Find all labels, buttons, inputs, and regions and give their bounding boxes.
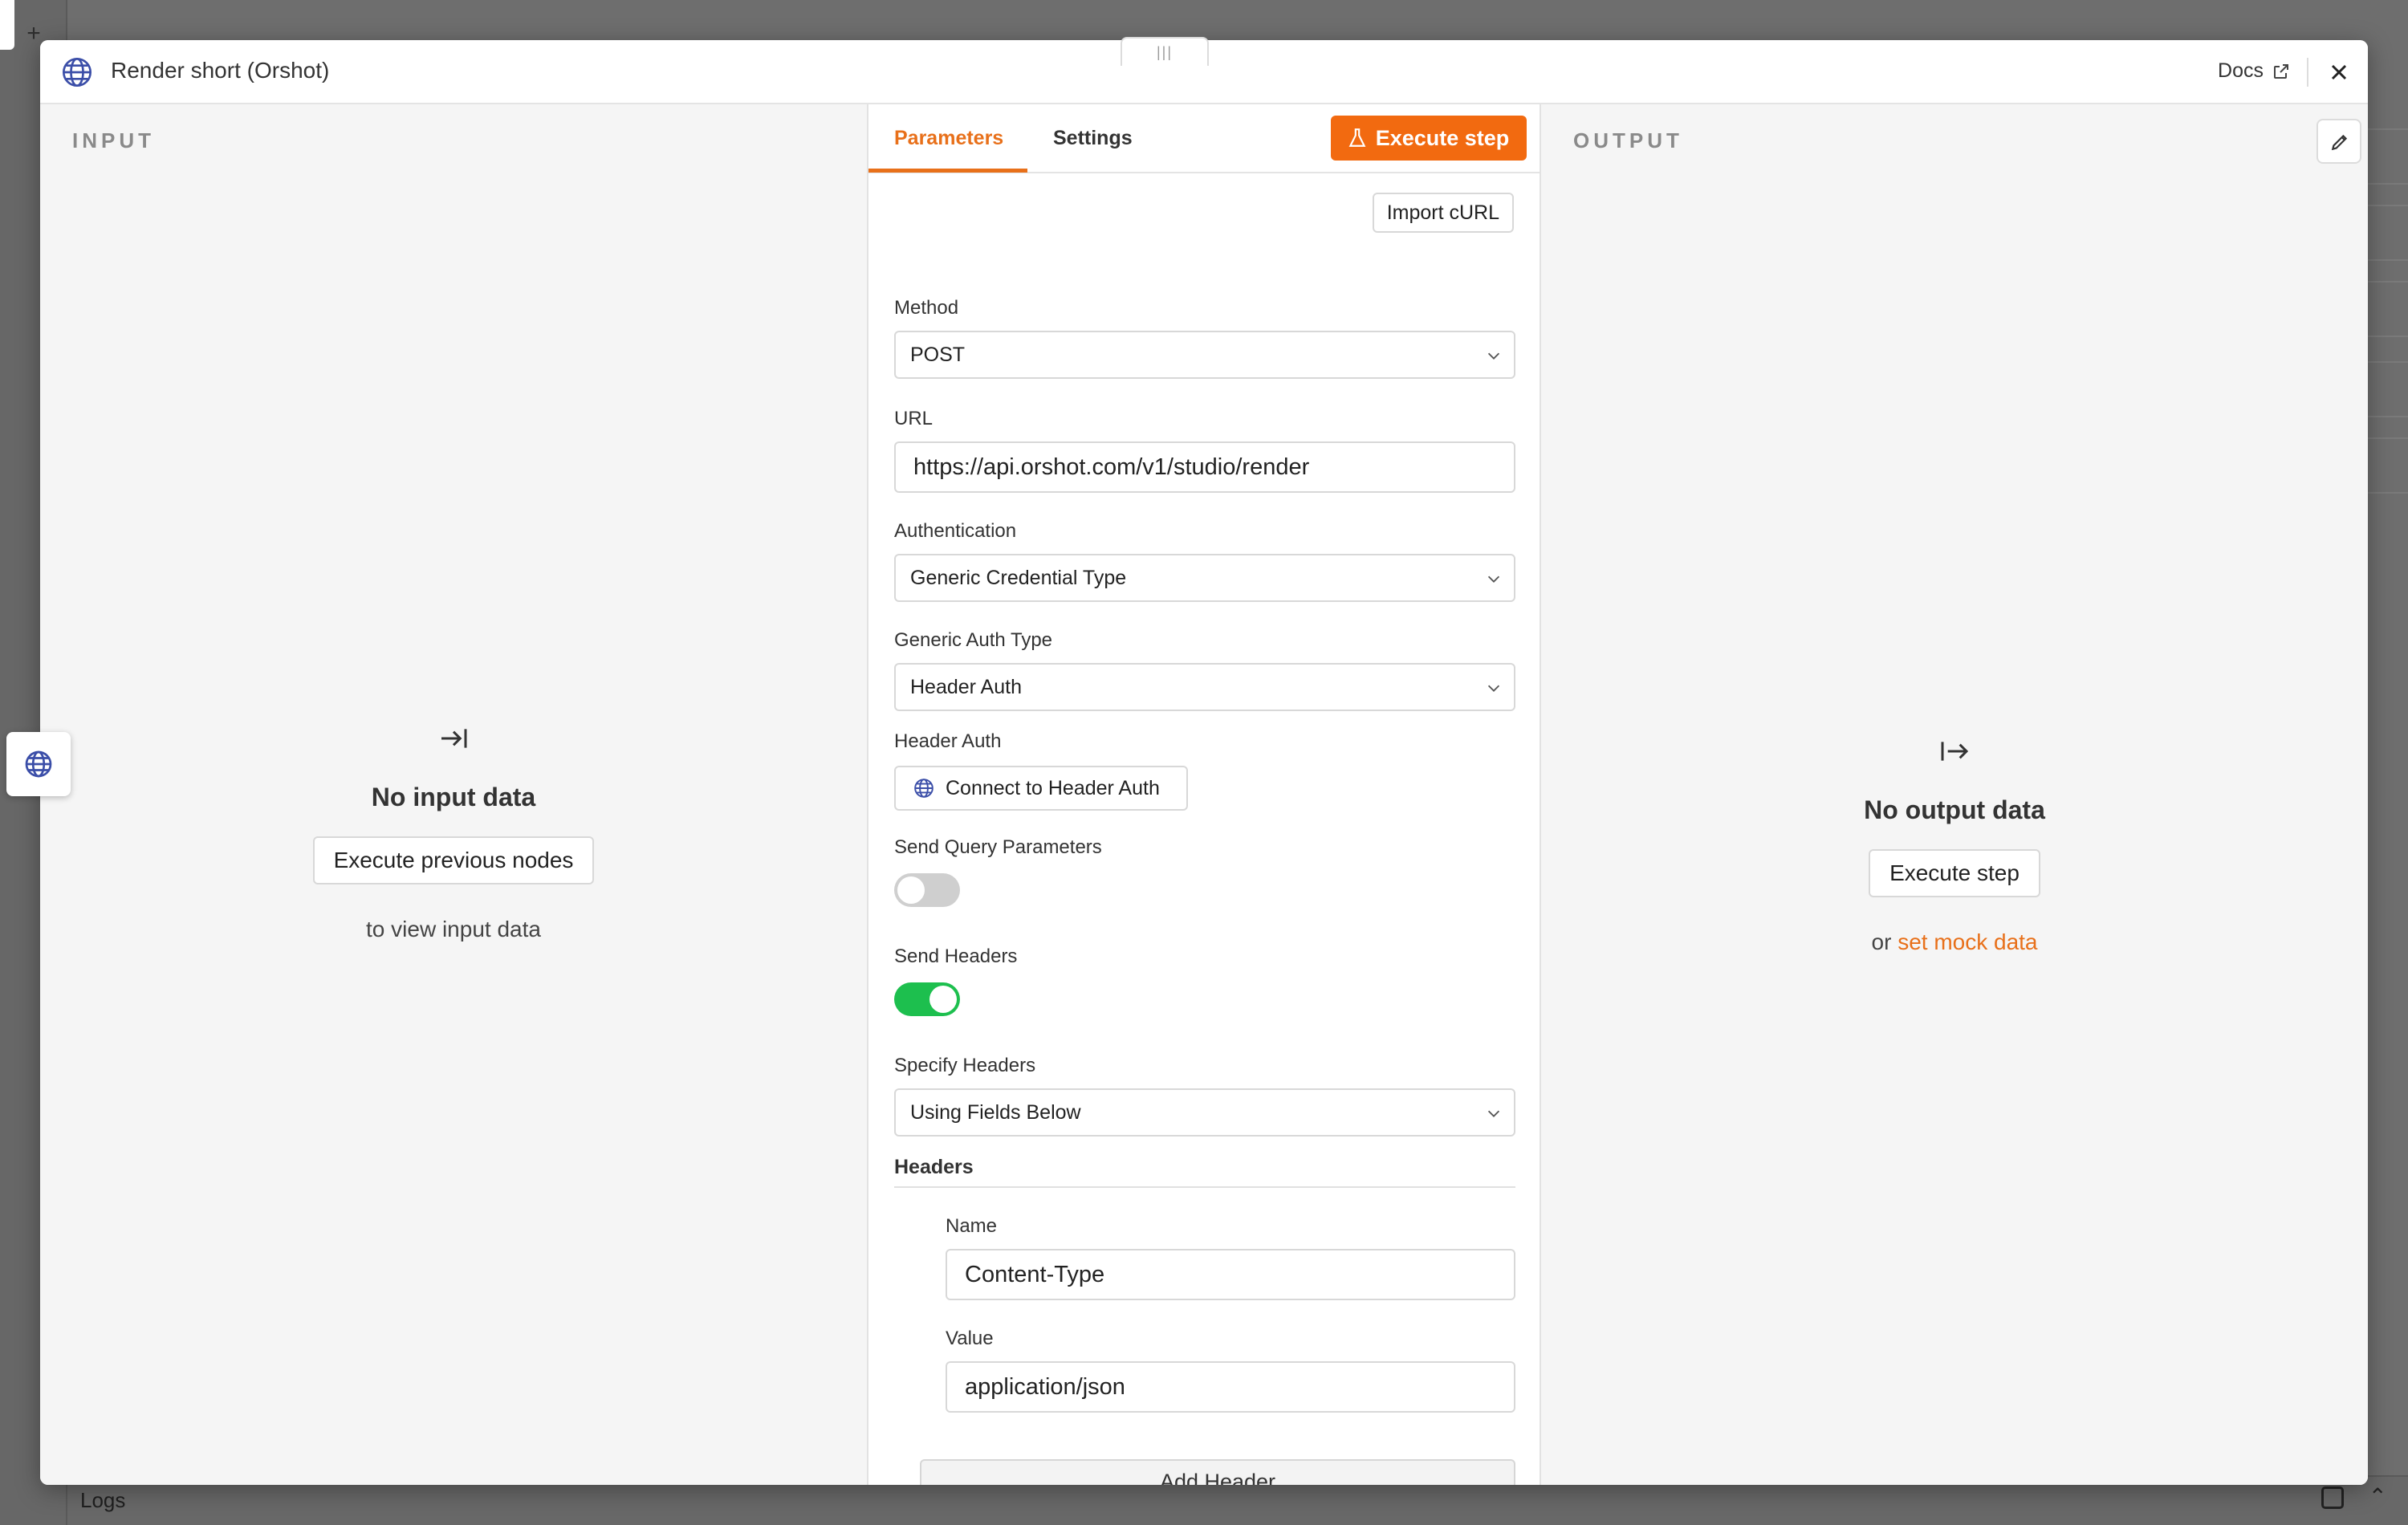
connect-header-auth-button[interactable]: Connect to Header Auth bbox=[894, 766, 1188, 811]
connect-header-auth-label: Connect to Header Auth bbox=[946, 776, 1160, 799]
docs-link[interactable]: Docs bbox=[2218, 59, 2291, 83]
output-heading: OUTPUT bbox=[1573, 128, 1683, 152]
specify-headers-label: Specify Headers bbox=[894, 1055, 1036, 1076]
output-panel: OUTPUT No output data Execute step or se… bbox=[1540, 104, 2368, 1485]
output-empty-state: No output data Execute step or set mock … bbox=[1541, 735, 2368, 955]
tab-settings[interactable]: Settings bbox=[1053, 127, 1133, 150]
specify-headers-value: Using Fields Below bbox=[910, 1101, 1081, 1124]
generic-auth-type-value: Header Auth bbox=[910, 676, 1022, 698]
header-auth-label: Header Auth bbox=[894, 730, 1002, 752]
method-value: POST bbox=[910, 344, 966, 366]
input-empty-state: No input data Execute previous nodes to … bbox=[40, 722, 867, 942]
send-query-toggle[interactable] bbox=[894, 873, 960, 907]
chevron-down-icon bbox=[1487, 575, 1500, 583]
method-select[interactable]: POST bbox=[894, 331, 1515, 379]
method-label: Method bbox=[894, 297, 959, 319]
specify-headers-select[interactable]: Using Fields Below bbox=[894, 1088, 1515, 1137]
globe-icon bbox=[63, 58, 92, 87]
arrow-from-line-icon bbox=[1941, 742, 1969, 761]
header-divider bbox=[2307, 58, 2308, 87]
url-label: URL bbox=[894, 408, 934, 429]
close-icon[interactable] bbox=[2326, 59, 2352, 85]
header-value-label: Value bbox=[946, 1328, 994, 1349]
flask-icon bbox=[1348, 128, 1366, 147]
sidebar-tab bbox=[0, 0, 14, 50]
logs-label: Logs bbox=[80, 1488, 126, 1512]
globe-icon bbox=[25, 750, 52, 778]
execute-step-label: Execute step bbox=[1375, 125, 1510, 150]
send-query-label: Send Query Parameters bbox=[894, 836, 1102, 858]
output-note: or set mock data bbox=[1541, 929, 2368, 955]
generic-auth-type-label: Generic Auth Type bbox=[894, 629, 1053, 651]
send-headers-toggle[interactable] bbox=[894, 982, 960, 1016]
parameters-panel: Parameters Settings Execute step Import … bbox=[868, 104, 1540, 1485]
chevron-down-icon bbox=[1487, 685, 1500, 692]
chevron-down-icon bbox=[1487, 352, 1500, 360]
execute-previous-nodes-button[interactable]: Execute previous nodes bbox=[312, 836, 595, 885]
headers-title: Headers bbox=[894, 1156, 974, 1178]
output-execute-step-button[interactable]: Execute step bbox=[1869, 849, 2040, 897]
no-input-title: No input data bbox=[371, 783, 536, 811]
input-note: to view input data bbox=[366, 917, 541, 941]
chevron-up-icon[interactable]: ⌃ bbox=[2369, 1483, 2387, 1510]
authentication-select[interactable]: Generic Credential Type bbox=[894, 554, 1515, 602]
edit-output-button[interactable] bbox=[2316, 119, 2361, 164]
tab-parameters[interactable]: Parameters bbox=[894, 127, 1003, 150]
globe-icon bbox=[914, 779, 934, 798]
header-name-label: Name bbox=[946, 1215, 998, 1237]
toggle-knob bbox=[897, 876, 925, 904]
output-note-prefix: or bbox=[1871, 929, 1892, 954]
headers-divider bbox=[894, 1186, 1515, 1188]
send-headers-label: Send Headers bbox=[894, 946, 1018, 967]
url-input[interactable]: https://api.orshot.com/v1/studio/render bbox=[894, 441, 1515, 493]
panel-tabs: Parameters Settings Execute step bbox=[868, 104, 1540, 173]
input-heading: INPUT bbox=[72, 128, 155, 152]
node-globe-button[interactable] bbox=[6, 732, 71, 796]
panel-drag-handle[interactable]: ||| bbox=[1121, 37, 1209, 66]
import-curl-button[interactable]: Import cURL bbox=[1372, 193, 1514, 233]
set-mock-data-link[interactable]: set mock data bbox=[1898, 929, 2037, 954]
header-name-input[interactable]: Content-Type bbox=[946, 1249, 1515, 1300]
active-tab-underline bbox=[868, 169, 1027, 173]
authentication-label: Authentication bbox=[894, 520, 1017, 542]
arrow-to-right-icon bbox=[441, 729, 467, 748]
modal-title: Render short (Orshot) bbox=[111, 58, 330, 83]
input-panel: INPUT No input data Execute previous nod… bbox=[40, 104, 868, 1485]
docs-label: Docs bbox=[2218, 59, 2264, 82]
external-link-icon bbox=[2274, 63, 2288, 79]
chevron-down-icon bbox=[1487, 1110, 1500, 1117]
toggle-knob bbox=[929, 986, 957, 1013]
pencil-icon bbox=[2331, 134, 2348, 151]
authentication-value: Generic Credential Type bbox=[910, 567, 1127, 589]
no-output-title: No output data bbox=[1864, 795, 2045, 824]
header-value-input[interactable]: application/json bbox=[946, 1361, 1515, 1413]
add-header-button[interactable]: Add Header bbox=[920, 1459, 1515, 1485]
node-modal: Render short (Orshot) Docs INPUT No inpu… bbox=[40, 40, 2368, 1485]
execute-step-button[interactable]: Execute step bbox=[1331, 116, 1527, 161]
generic-auth-type-select[interactable]: Header Auth bbox=[894, 663, 1515, 711]
popout-icon[interactable] bbox=[2321, 1486, 2344, 1509]
